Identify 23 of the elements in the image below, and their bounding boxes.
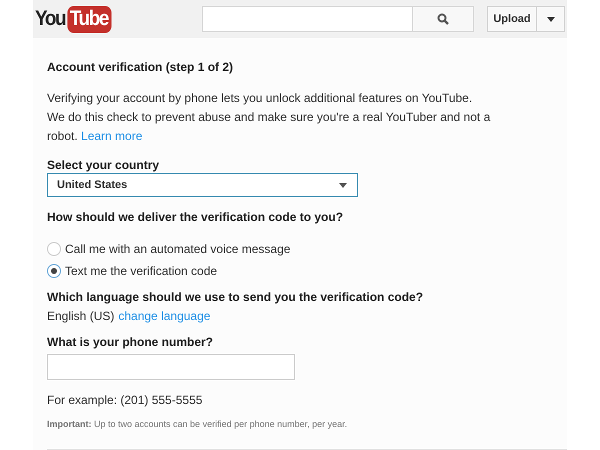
language-question: Which language should we use to send you the verification code?	[47, 290, 424, 304]
upload-menu-button[interactable]	[537, 6, 565, 32]
radio-button[interactable]	[47, 264, 61, 278]
phone-field[interactable]	[47, 354, 295, 380]
note-text: We do this check to prevent abuse and make sure you're a real YouTuber and not a robot. Learn more	[47, 109, 492, 145]
phone-example: For example: (201) 555-5555	[47, 393, 204, 407]
language-value: English (US)	[47, 309, 114, 323]
upload-button[interactable]: Upload	[487, 6, 537, 32]
caret-icon	[339, 182, 347, 188]
page-title: Account verification (step 1 of 2)	[47, 60, 234, 74]
country-select[interactable]: United States	[47, 173, 358, 197]
radio-label[interactable]: Call me with an automated voice message	[65, 242, 290, 256]
radio-button[interactable]	[47, 242, 61, 256]
search-button[interactable]	[413, 6, 474, 32]
intro-text: Verifying your account by phone lets you unlock additional features on YouTube.	[47, 90, 474, 107]
important-note: Important: Up to two accounts can be verified per phone number, per year.	[47, 419, 348, 429]
phone-label: What is your phone number?	[47, 335, 214, 349]
search-icon	[437, 13, 450, 25]
country-label: Select your country	[47, 158, 160, 172]
search-field[interactable]	[202, 6, 414, 32]
delivery-question: How should we deliver the verification code to you?	[47, 210, 344, 224]
radio-label[interactable]: Text me the verification code	[65, 264, 218, 278]
caret-icon	[546, 16, 554, 22]
